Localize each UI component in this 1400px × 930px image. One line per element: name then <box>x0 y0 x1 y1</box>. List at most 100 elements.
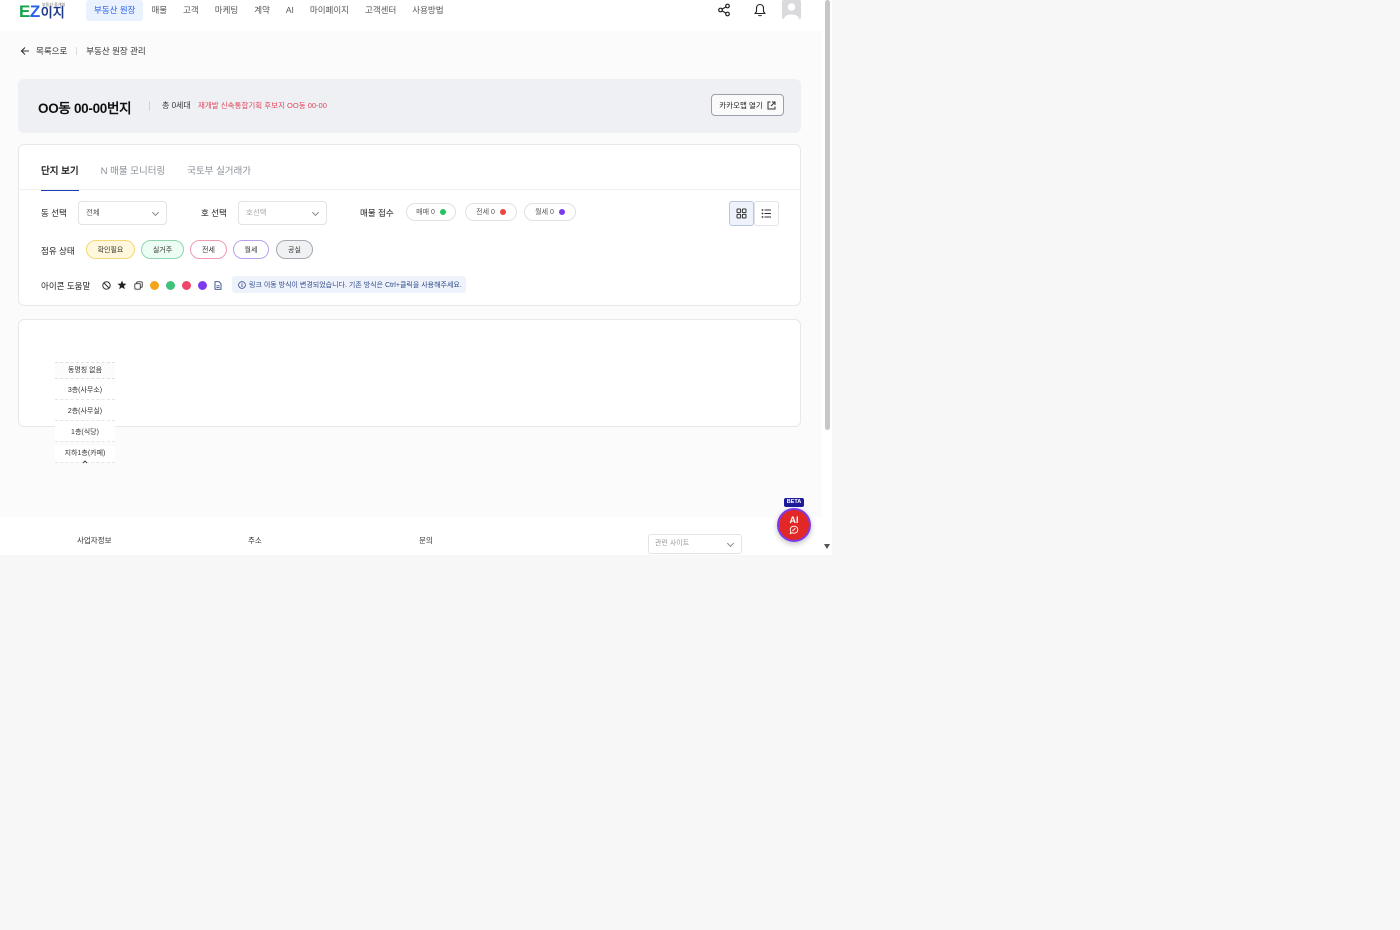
related-sites-placeholder: 관련 사이트 <box>655 540 690 547</box>
nav-customers[interactable]: 고객 <box>175 0 207 21</box>
nav-mypage[interactable]: 마이페이지 <box>302 0 357 21</box>
chevron-down-icon <box>726 539 735 548</box>
pill-label: 매매 0 <box>416 209 435 216</box>
avatar[interactable] <box>782 0 801 19</box>
ai-assistant-button[interactable]: AI <box>777 508 811 542</box>
logo[interactable]: 부동산 중개의 EZ 이지 <box>19 2 65 20</box>
occupancy-needs-check[interactable]: 확인필요 <box>86 240 135 259</box>
breadcrumb-current: 부동산 원장 관리 <box>86 46 146 56</box>
building-name-header: 동명칭 없음 <box>55 362 115 379</box>
logo-tagline: 부동산 중개의 <box>42 2 66 7</box>
ho-select[interactable]: 호선택 <box>238 201 327 225</box>
footer-address: 주소 <box>248 536 262 545</box>
floor-item[interactable]: 3층(사무소) <box>55 383 115 400</box>
dong-select[interactable]: 전체 <box>78 201 167 225</box>
tab-molit-transactions[interactable]: 국토부 실거래가 <box>187 145 251 189</box>
share-icon[interactable] <box>717 3 731 17</box>
link-change-notice-text: 링크 이동 방식이 변경되었습니다. 기존 방식은 Ctrl+클릭을 사용해주세… <box>249 281 462 289</box>
sale-color-dot <box>149 280 159 290</box>
info-icon <box>238 280 246 289</box>
jeonse-color-dot <box>181 280 191 290</box>
icon-help-label: 아이콘 도움말 <box>41 281 91 291</box>
breadcrumb-divider <box>76 47 78 55</box>
footer-inquiry: 문의 <box>419 536 433 545</box>
tabs-divider <box>19 189 800 190</box>
main-nav: 부동산 원장 매물 고객 마케팅 계약 AI 마이페이지 고객센터 사용방법 <box>86 0 452 21</box>
nav-listings[interactable]: 매물 <box>143 0 175 21</box>
pill-label: 전세 0 <box>476 209 495 216</box>
status-dot <box>499 209 506 215</box>
arrow-left-icon[interactable] <box>20 46 30 56</box>
ai-label: AI <box>789 514 799 525</box>
beta-badge: BETA <box>784 498 804 507</box>
page-title: OO동 00-00번지 <box>38 101 132 116</box>
property-title-card: OO동 00-00번지 총 0세대 재개발 신속통합기획 후보지 OO동 00-… <box>18 79 801 133</box>
ban-icon <box>101 280 111 290</box>
floor-item[interactable]: 1층(식당) <box>55 425 115 442</box>
open-kakao-map-label: 카카오맵 열기 <box>719 100 763 110</box>
household-count: 총 0세대 <box>162 101 191 110</box>
bell-icon[interactable] <box>753 3 767 17</box>
footer-business-info: 사업자정보 <box>77 536 112 545</box>
scrollbar-thumb[interactable] <box>825 0 830 430</box>
status-dot <box>439 209 446 215</box>
filter-card: 단지 보기 N 매물 모니터링 국토부 실거래가 동 선택 전체 호 선택 호선택 … <box>18 144 801 306</box>
scroll-down-arrow[interactable] <box>824 544 830 549</box>
occupancy-vacant[interactable]: 공실 <box>276 240 313 259</box>
jeonse-count-pill[interactable]: 전세 0 <box>465 203 517 221</box>
external-link-icon <box>767 101 776 109</box>
tab-n-listing-monitoring[interactable]: N 매물 모니터링 <box>101 145 166 189</box>
copy-icon <box>133 280 143 290</box>
link-change-notice: 링크 이동 방식이 변경되었습니다. 기존 방식은 Ctrl+클릭을 사용해주세… <box>232 276 466 293</box>
monthly-rent-count-pill[interactable]: 월세 0 <box>524 203 576 221</box>
logo-ez: EZ <box>19 2 40 21</box>
nav-ai[interactable]: AI <box>278 0 302 21</box>
chevron-down-icon <box>151 208 160 217</box>
grid-view-button[interactable] <box>729 201 754 226</box>
ho-select-label: 호 선택 <box>201 208 227 218</box>
chat-bubble-icon <box>789 525 799 534</box>
occupancy-jeonse[interactable]: 전세 <box>190 240 227 259</box>
floor-item[interactable]: 2층(사무실) <box>55 404 115 421</box>
related-sites-select[interactable]: 관련 사이트 <box>648 534 742 554</box>
list-view-button[interactable] <box>754 201 779 226</box>
sale-count-pill[interactable]: 매매 0 <box>406 203 456 221</box>
back-to-list-link[interactable]: 목록으로 <box>36 45 67 57</box>
top-navigation-bar: 부동산 중개의 EZ 이지 부동산 원장 매물 고객 마케팅 계약 AI 마이페이지 고객센터… <box>0 0 822 22</box>
ho-select-placeholder: 호선택 <box>246 208 267 217</box>
chevron-up-icon[interactable] <box>82 459 88 465</box>
occupancy-owner-occupied[interactable]: 실거주 <box>141 240 184 259</box>
footer: 사업자정보 주소 문의 관련 사이트 <box>0 517 822 555</box>
list-icon <box>761 209 771 218</box>
chevron-down-icon <box>311 208 320 217</box>
listing-count-label: 매물 접수 <box>360 208 394 218</box>
document-icon <box>213 280 223 290</box>
occupied-color-dot <box>165 280 175 290</box>
vertical-scrollbar[interactable] <box>822 0 832 555</box>
dong-select-value: 전체 <box>86 208 100 217</box>
star-icon <box>117 280 127 290</box>
dong-select-label: 동 선택 <box>41 208 67 218</box>
icon-legend <box>101 279 223 291</box>
building-units-card <box>18 319 801 427</box>
tab-complex-view[interactable]: 단지 보기 <box>41 145 79 191</box>
pill-label: 월세 0 <box>535 209 554 216</box>
nav-ledger[interactable]: 부동산 원장 <box>86 0 144 21</box>
nav-support[interactable]: 고객센터 <box>357 0 404 21</box>
occupancy-label: 점유 상태 <box>41 246 75 256</box>
open-kakao-map-button[interactable]: 카카오맵 열기 <box>711 94 784 116</box>
occupancy-monthly-rent[interactable]: 월세 <box>233 240 269 259</box>
breadcrumb: 목록으로 부동산 원장 관리 <box>20 44 146 58</box>
view-tabs: 단지 보기 N 매물 모니터링 국토부 실거래가 <box>41 145 273 191</box>
nav-howto[interactable]: 사용방법 <box>404 0 451 21</box>
app-window: 부동산 중개의 EZ 이지 부동산 원장 매물 고객 마케팅 계약 AI 마이페이지 고객센터… <box>0 0 822 555</box>
status-dot <box>558 209 565 215</box>
grid-icon <box>736 208 747 219</box>
nav-marketing[interactable]: 마케팅 <box>207 0 246 21</box>
redevelopment-notice: 재개발 신속통합기획 후보지 OO동 00-00 <box>198 101 327 110</box>
monthly-rent-color-dot <box>197 280 207 290</box>
floor-list: 동명칭 없음 3층(사무소) 2층(사무실) 1층(식당) 지하1층(카페) <box>55 362 115 463</box>
title-divider <box>149 101 150 111</box>
user-icon <box>784 3 799 19</box>
nav-contracts[interactable]: 계약 <box>246 0 278 21</box>
